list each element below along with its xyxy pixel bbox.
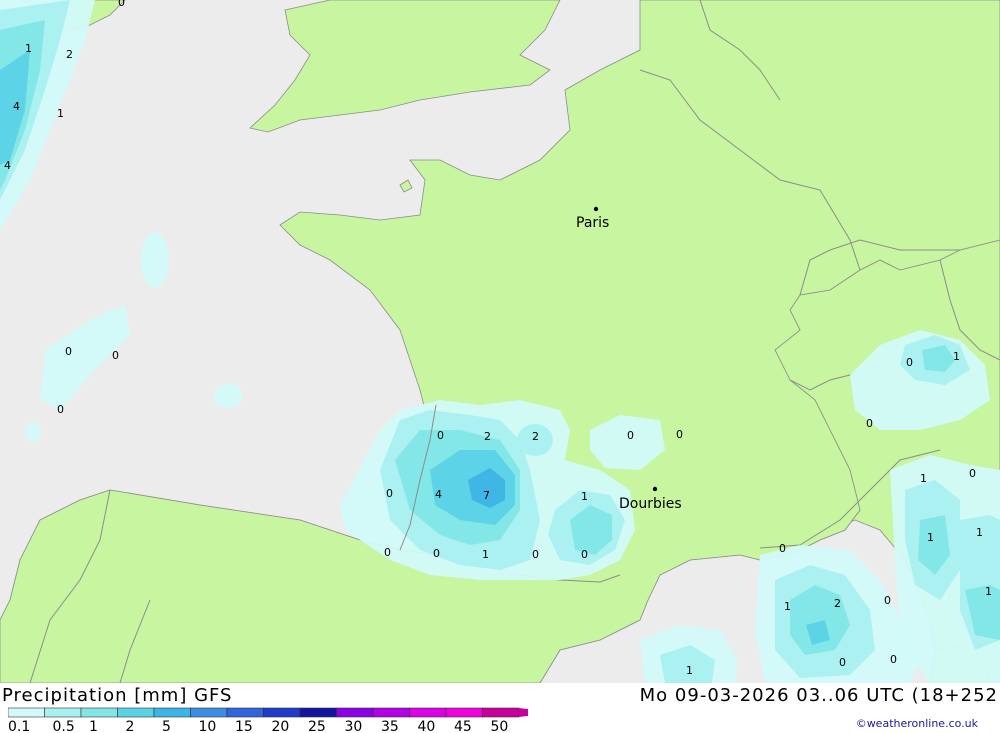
- city-label-paris: Paris: [576, 215, 609, 231]
- map-title: Precipitation [mm] GFS: [2, 685, 233, 706]
- legend-swatch: [372, 707, 410, 718]
- value-label: 0: [65, 345, 72, 358]
- legend-arrow-icon: [519, 708, 528, 717]
- legend-swatch: [409, 707, 447, 718]
- value-label: 0: [386, 487, 393, 500]
- value-label: 0: [839, 656, 846, 669]
- value-label: 0: [627, 429, 634, 442]
- legend-value-label: 0.1: [8, 719, 30, 733]
- value-label: 1: [920, 472, 927, 485]
- value-label: 0: [437, 429, 444, 442]
- legend-labels: 0.1 0.5 1 2 5 10 15 20 25 30 35 40 45 50: [8, 719, 508, 733]
- value-label: 0: [884, 594, 891, 607]
- legend-value-label: 30: [345, 719, 363, 733]
- legend-value-label: 40: [418, 719, 436, 733]
- legend-swatch: [445, 707, 483, 718]
- legend-swatch: [80, 707, 118, 718]
- legend-value-label: 35: [381, 719, 399, 733]
- value-label: 1: [482, 548, 489, 561]
- legend-value-label: 25: [308, 719, 326, 733]
- value-label: 1: [581, 490, 588, 503]
- value-label: 0: [532, 548, 539, 561]
- map-canvas: Paris Dourbies 1 2 4 1 4 0 0 0 0 0 2 2 0…: [0, 0, 1000, 684]
- value-label: 1: [927, 531, 934, 544]
- precipitation-map[interactable]: Paris Dourbies 1 2 4 1 4 0 0 0 0 0 2 2 0…: [0, 0, 1000, 684]
- legend-swatch: [226, 707, 264, 718]
- value-label: 0: [969, 467, 976, 480]
- legend-swatch: [8, 707, 45, 718]
- value-label: 0: [779, 542, 786, 555]
- legend-swatch: [482, 707, 520, 718]
- city-marker-icon: [593, 206, 599, 212]
- legend-value-label: 50: [491, 719, 509, 733]
- value-label: 7: [483, 489, 490, 502]
- color-legend: 0.1 0.5 1 2 5 10 15 20 25 30 35 40 45 50: [8, 707, 528, 733]
- city-marker-icon: [652, 486, 658, 492]
- legend-swatch: [336, 707, 374, 718]
- value-label: 4: [435, 488, 442, 501]
- legend-swatches: [8, 707, 528, 718]
- value-label: 2: [532, 430, 539, 443]
- value-label: 0: [581, 548, 588, 561]
- legend-value-label: 2: [126, 719, 135, 733]
- value-label: 1: [953, 350, 960, 363]
- legend-value-label: 15: [235, 719, 253, 733]
- legend-swatch: [190, 707, 228, 718]
- legend-swatch: [44, 707, 82, 718]
- value-label: 2: [66, 48, 73, 61]
- value-label: 0: [118, 0, 125, 9]
- value-label: 4: [13, 100, 20, 113]
- legend-value-label: 10: [199, 719, 217, 733]
- value-label: 1: [25, 42, 32, 55]
- value-label: 1: [985, 585, 992, 598]
- value-label: 2: [834, 597, 841, 610]
- legend-value-label: 5: [162, 719, 171, 733]
- value-label: 0: [433, 547, 440, 560]
- legend-value-label: 1: [89, 719, 98, 733]
- legend-swatch: [263, 707, 301, 718]
- credit-link[interactable]: ©weatheronline.co.uk: [856, 717, 978, 730]
- legend-swatch: [299, 707, 337, 718]
- value-label: 1: [686, 664, 693, 677]
- legend-swatch: [117, 707, 155, 718]
- map-footer: Precipitation [mm] GFS Mo 09-03-2026 03.…: [0, 683, 1000, 733]
- value-label: 4: [4, 159, 11, 172]
- value-label: 0: [906, 356, 913, 369]
- value-label: 0: [676, 428, 683, 441]
- value-label: 0: [384, 546, 391, 559]
- value-label: 2: [484, 430, 491, 443]
- value-label: 0: [890, 653, 897, 666]
- city-label-dourbies: Dourbies: [619, 496, 682, 512]
- legend-swatch: [153, 707, 191, 718]
- value-label: 1: [57, 107, 64, 120]
- value-label: 0: [866, 417, 873, 430]
- value-label: 0: [112, 349, 119, 362]
- value-label: 1: [784, 600, 791, 613]
- legend-value-label: 45: [454, 719, 472, 733]
- value-label: 1: [976, 526, 983, 539]
- legend-value-label: 20: [272, 719, 290, 733]
- forecast-datetime: Mo 09-03-2026 03..06 UTC (18+252: [639, 685, 998, 706]
- value-label: 0: [57, 403, 64, 416]
- legend-value-label: 0.5: [53, 719, 75, 733]
